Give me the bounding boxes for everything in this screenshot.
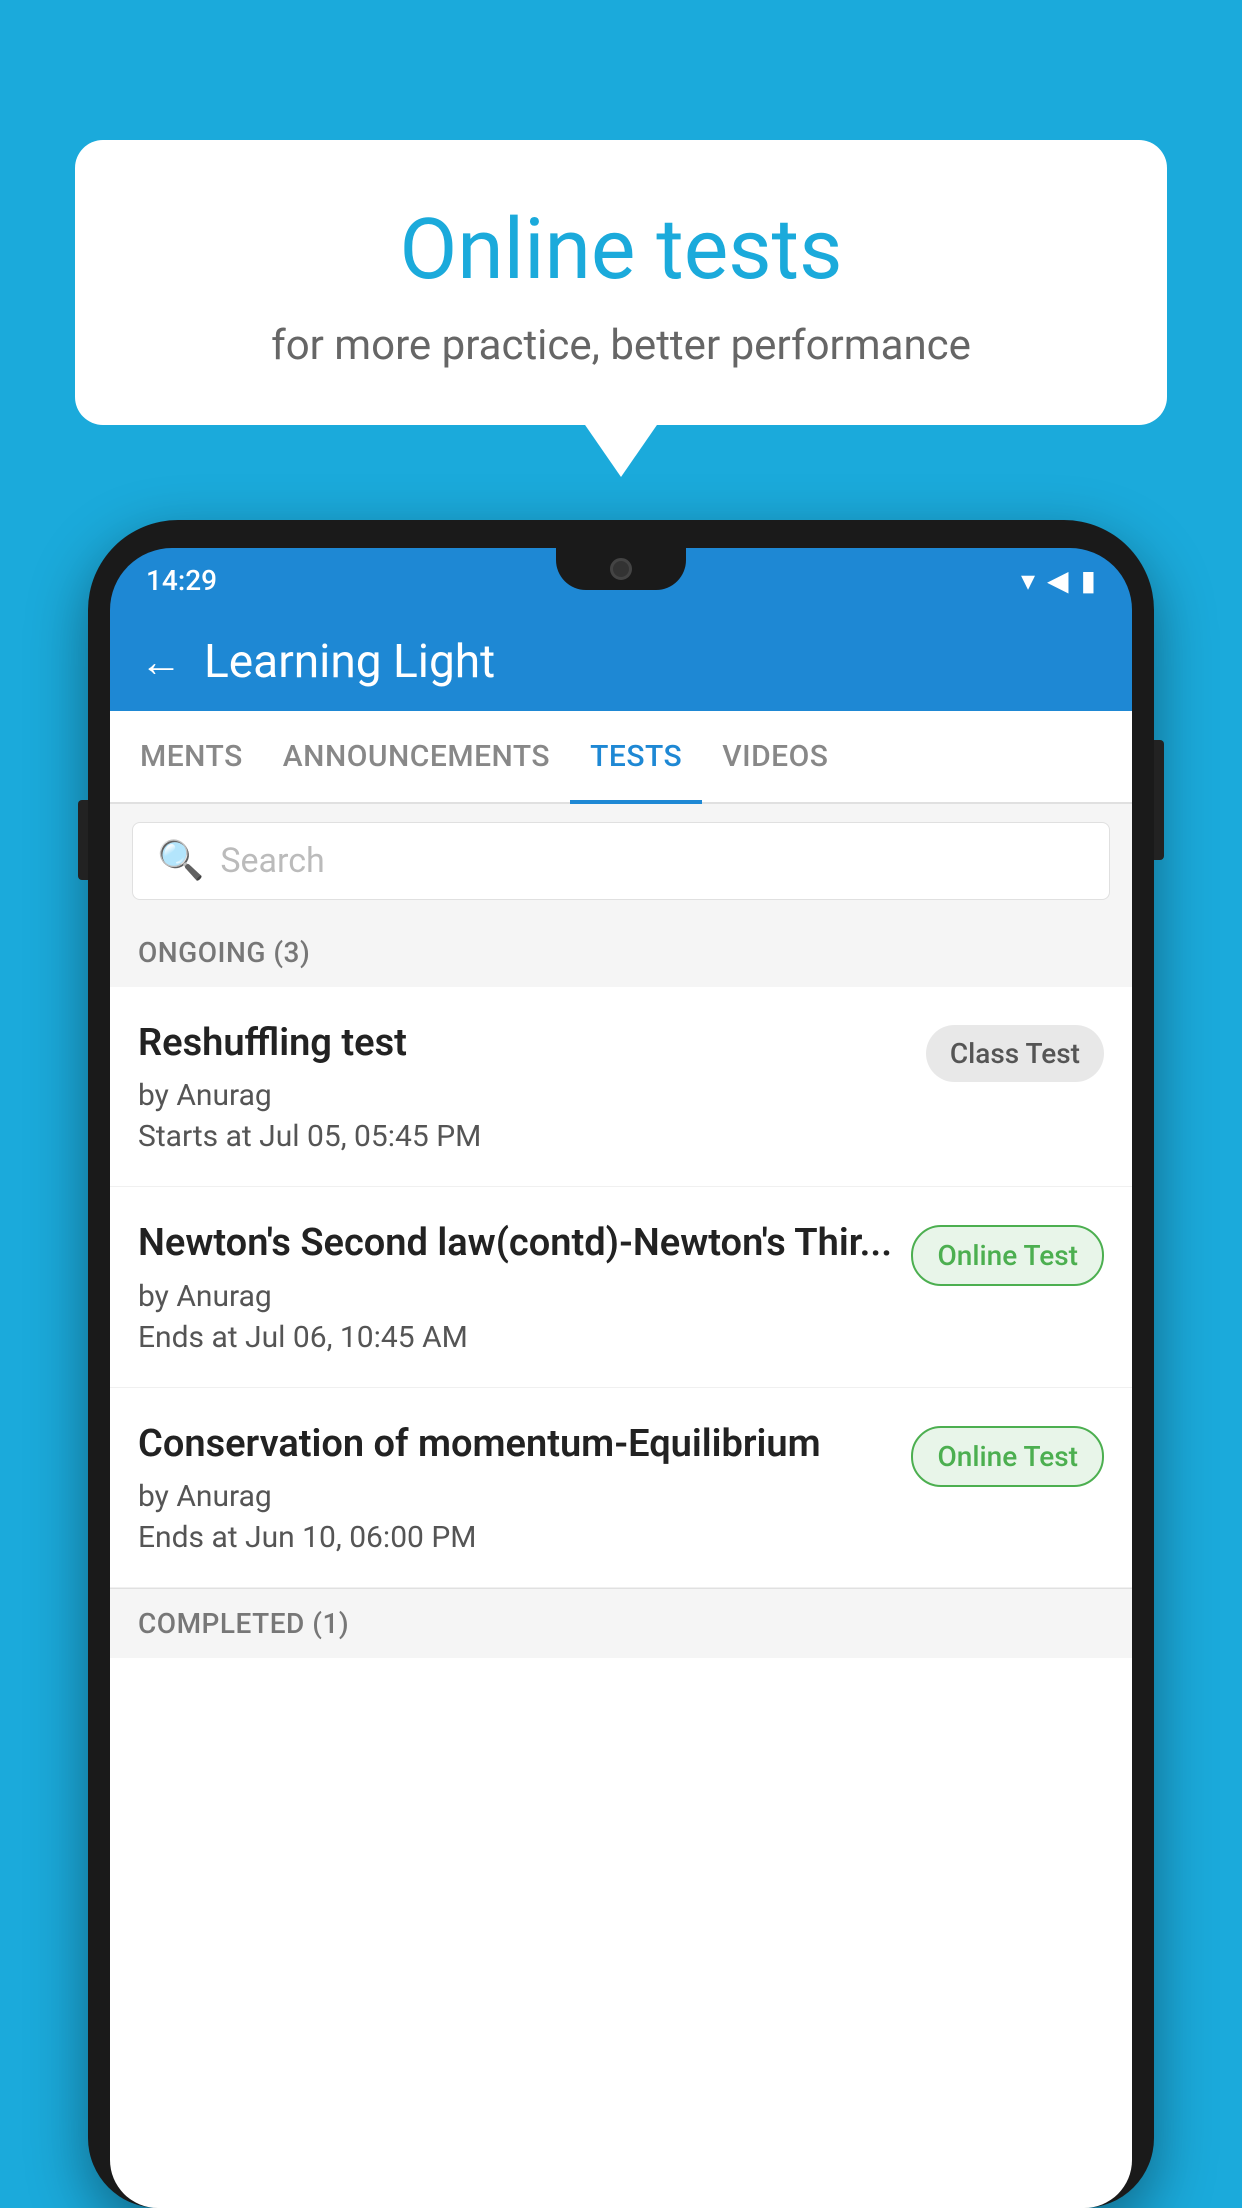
wifi-icon: ▾ — [1021, 564, 1035, 597]
status-time: 14:29 — [146, 564, 217, 597]
power-button — [1154, 740, 1164, 860]
phone-screen: ← Learning Light MENTS ANNOUNCEMENTS TES… — [110, 613, 1132, 2208]
battery-icon: ▮ — [1081, 564, 1096, 597]
speech-bubble: Online tests for more practice, better p… — [75, 140, 1167, 425]
test-item[interactable]: Newton's Second law(contd)-Newton's Thir… — [110, 1187, 1132, 1387]
test-name: Reshuffling test — [138, 1019, 910, 1068]
search-container: 🔍 Search — [110, 804, 1132, 918]
test-author: by Anurag — [138, 1479, 895, 1514]
phone-outer: 14:29 ▾ ◀ ▮ ← Learning Light MENTS — [88, 520, 1154, 2208]
signal-icon: ◀ — [1047, 564, 1069, 597]
volume-button — [78, 800, 88, 880]
test-item[interactable]: Reshuffling test by Anurag Starts at Jul… — [110, 987, 1132, 1187]
test-author: by Anurag — [138, 1078, 910, 1113]
test-list: Reshuffling test by Anurag Starts at Jul… — [110, 987, 1132, 1588]
test-date: Ends at Jul 06, 10:45 AM — [138, 1320, 895, 1355]
tab-ments[interactable]: MENTS — [120, 711, 263, 802]
search-input-placeholder[interactable]: Search — [220, 841, 324, 881]
test-date: Ends at Jun 10, 06:00 PM — [138, 1520, 895, 1555]
notch — [556, 548, 686, 590]
search-bar[interactable]: 🔍 Search — [132, 822, 1110, 900]
online-test-badge: Online Test — [911, 1225, 1104, 1286]
back-button[interactable]: ← — [140, 638, 182, 687]
tab-videos[interactable]: VIDEOS — [702, 711, 848, 802]
test-name: Conservation of momentum-Equilibrium — [138, 1420, 895, 1469]
test-name: Newton's Second law(contd)-Newton's Thir… — [138, 1219, 895, 1268]
status-bar: 14:29 ▾ ◀ ▮ — [110, 548, 1132, 613]
test-info: Conservation of momentum-Equilibrium by … — [138, 1420, 895, 1555]
test-date: Starts at Jul 05, 05:45 PM — [138, 1119, 910, 1154]
tab-tests[interactable]: TESTS — [570, 711, 702, 802]
camera — [610, 558, 632, 580]
class-test-badge: Class Test — [926, 1025, 1104, 1082]
completed-section-header: COMPLETED (1) — [110, 1588, 1132, 1658]
ongoing-section-header: ONGOING (3) — [110, 918, 1132, 987]
bubble-title: Online tests — [135, 200, 1107, 299]
app-header: ← Learning Light — [110, 613, 1132, 711]
tabs-bar: MENTS ANNOUNCEMENTS TESTS VIDEOS — [110, 711, 1132, 804]
promo-banner: Online tests for more practice, better p… — [75, 140, 1167, 425]
test-author: by Anurag — [138, 1279, 895, 1314]
status-icons: ▾ ◀ ▮ — [1021, 564, 1096, 597]
tab-announcements[interactable]: ANNOUNCEMENTS — [263, 711, 570, 802]
online-test-badge: Online Test — [911, 1426, 1104, 1487]
test-item[interactable]: Conservation of momentum-Equilibrium by … — [110, 1388, 1132, 1588]
search-icon: 🔍 — [157, 839, 204, 883]
test-info: Newton's Second law(contd)-Newton's Thir… — [138, 1219, 895, 1354]
app-title: Learning Light — [204, 635, 495, 689]
phone-mockup: 14:29 ▾ ◀ ▮ ← Learning Light MENTS — [88, 520, 1154, 2208]
bubble-subtitle: for more practice, better performance — [135, 321, 1107, 370]
test-info: Reshuffling test by Anurag Starts at Jul… — [138, 1019, 910, 1154]
